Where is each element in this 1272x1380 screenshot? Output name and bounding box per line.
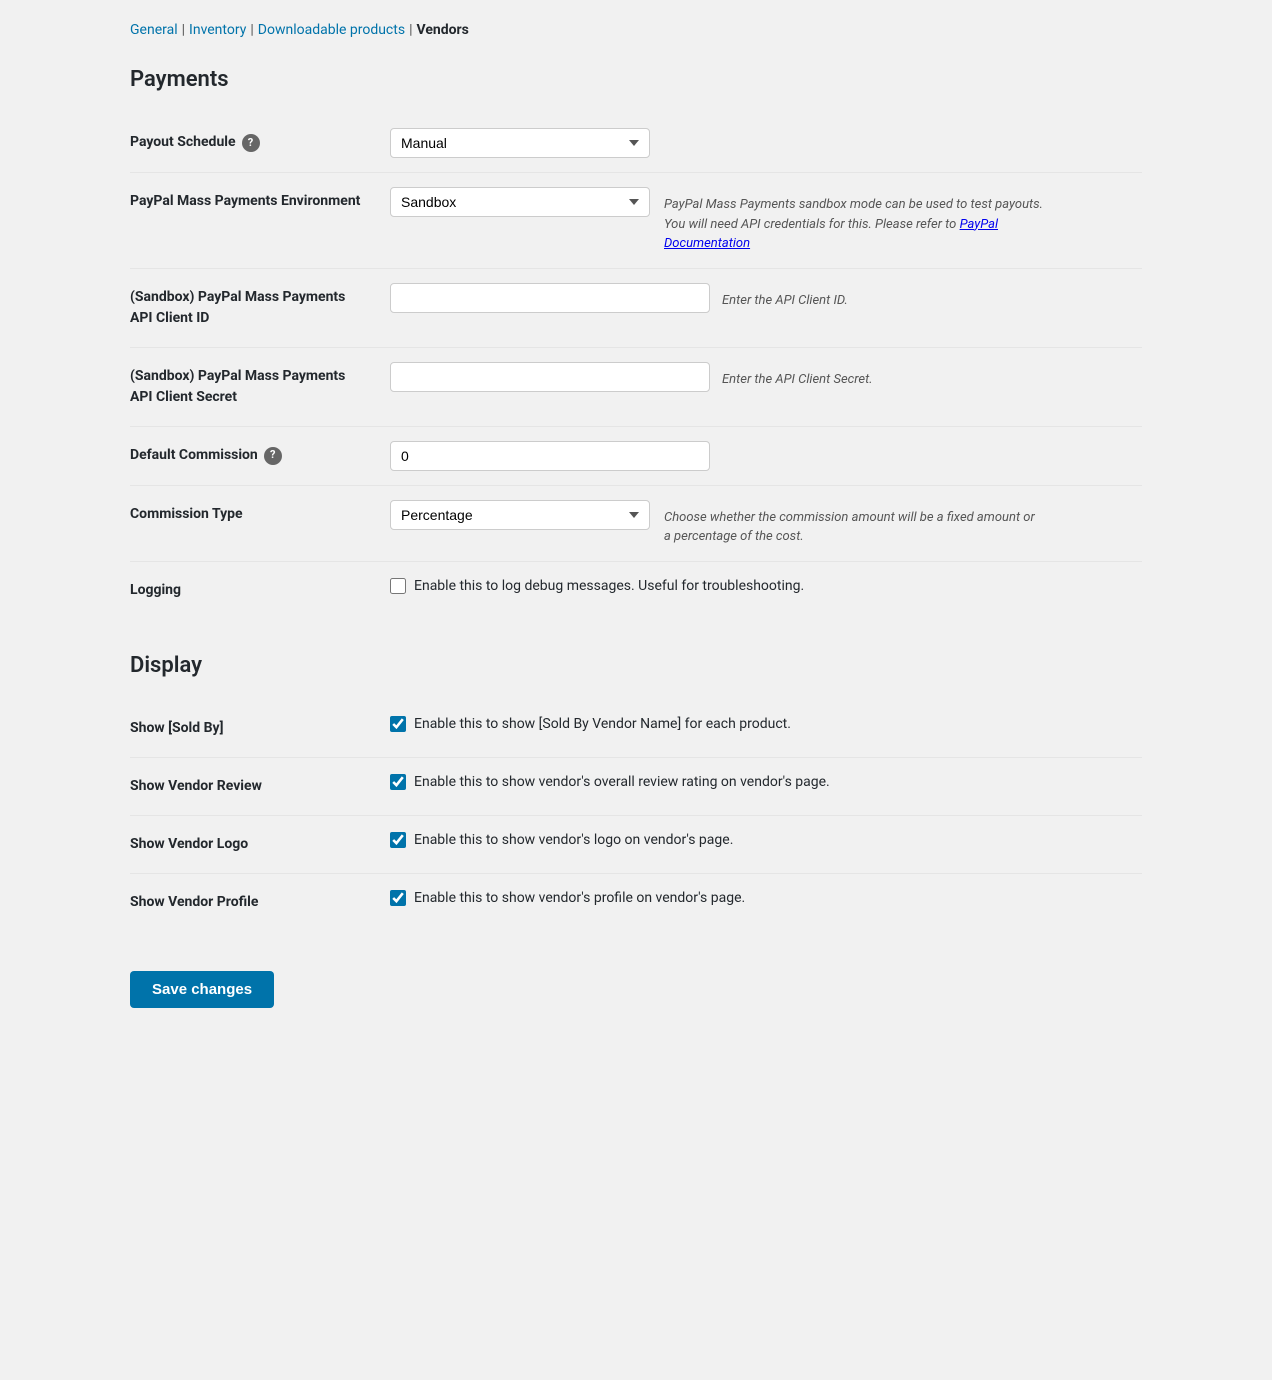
show-vendor-profile-checkbox-label: Enable this to show vendor's profile on … bbox=[414, 888, 745, 909]
show-sold-by-label: Show [Sold By] bbox=[130, 700, 390, 758]
show-vendor-review-label: Show Vendor Review bbox=[130, 757, 390, 815]
default-commission-label: Default Commission ? bbox=[130, 426, 390, 485]
paypal-env-select[interactable]: Sandbox Live bbox=[390, 187, 650, 217]
sandbox-client-id-desc: Enter the API Client ID. bbox=[722, 283, 848, 311]
breadcrumb-downloadable[interactable]: Downloadable products bbox=[258, 20, 405, 41]
sandbox-client-id-row: (Sandbox) PayPal Mass Payments API Clien… bbox=[130, 268, 1142, 347]
show-vendor-logo-checkbox[interactable] bbox=[390, 832, 406, 848]
breadcrumb-sep-2: | bbox=[250, 20, 253, 41]
show-vendor-logo-label: Show Vendor Logo bbox=[130, 815, 390, 873]
breadcrumb-sep-3: | bbox=[409, 20, 412, 41]
payout-schedule-select[interactable]: Manual Weekly Monthly bbox=[390, 128, 650, 158]
commission-type-inline-desc: Choose whether the commission amount wil… bbox=[664, 500, 1044, 547]
sandbox-client-secret-label: (Sandbox) PayPal Mass Payments API Clien… bbox=[130, 347, 390, 426]
logging-field: Enable this to log debug messages. Usefu… bbox=[390, 561, 1142, 619]
logging-row: Logging Enable this to log debug message… bbox=[130, 561, 1142, 619]
display-form-table: Show [Sold By] Enable this to show [Sold… bbox=[130, 700, 1142, 931]
sandbox-client-id-label: (Sandbox) PayPal Mass Payments API Clien… bbox=[130, 268, 390, 347]
sandbox-client-secret-input[interactable] bbox=[390, 362, 710, 392]
display-heading: Display bbox=[130, 649, 1142, 682]
sandbox-client-id-field: Enter the API Client ID. bbox=[390, 268, 1142, 347]
show-sold-by-field: Enable this to show [Sold By Vendor Name… bbox=[390, 700, 1142, 758]
breadcrumb-vendors: Vendors bbox=[417, 20, 469, 41]
commission-type-label: Commission Type bbox=[130, 485, 390, 561]
show-vendor-review-field: Enable this to show vendor's overall rev… bbox=[390, 757, 1142, 815]
show-vendor-review-checkbox[interactable] bbox=[390, 774, 406, 790]
page-container: General | Inventory | Downloadable produ… bbox=[106, 0, 1166, 1048]
payout-schedule-help-icon[interactable]: ? bbox=[242, 134, 260, 152]
logging-label: Logging bbox=[130, 561, 390, 619]
show-vendor-logo-field: Enable this to show vendor's logo on ven… bbox=[390, 815, 1142, 873]
sandbox-client-id-input[interactable] bbox=[390, 283, 710, 313]
commission-type-select[interactable]: Percentage Fixed bbox=[390, 500, 650, 530]
paypal-env-label: PayPal Mass Payments Environment bbox=[130, 173, 390, 269]
show-vendor-logo-checkbox-label: Enable this to show vendor's logo on ven… bbox=[414, 830, 733, 851]
sandbox-client-secret-field: Enter the API Client Secret. bbox=[390, 347, 1142, 426]
commission-type-field: Percentage Fixed Choose whether the comm… bbox=[390, 485, 1142, 561]
show-vendor-profile-label: Show Vendor Profile bbox=[130, 873, 390, 931]
save-button[interactable]: Save changes bbox=[130, 971, 274, 1008]
breadcrumb: General | Inventory | Downloadable produ… bbox=[130, 20, 1142, 41]
default-commission-input[interactable] bbox=[390, 441, 710, 471]
payout-schedule-field: Manual Weekly Monthly bbox=[390, 114, 1142, 173]
default-commission-row: Default Commission ? bbox=[130, 426, 1142, 485]
logging-checkbox-label: Enable this to log debug messages. Usefu… bbox=[414, 576, 804, 597]
payout-schedule-row: Payout Schedule ? Manual Weekly Monthly bbox=[130, 114, 1142, 173]
payments-form-table: Payout Schedule ? Manual Weekly Monthly … bbox=[130, 114, 1142, 619]
show-vendor-logo-row: Show Vendor Logo Enable this to show ven… bbox=[130, 815, 1142, 873]
logging-checkbox[interactable] bbox=[390, 578, 406, 594]
paypal-env-field: Sandbox Live PayPal Mass Payments sandbo… bbox=[390, 173, 1142, 269]
default-commission-help-icon[interactable]: ? bbox=[264, 447, 282, 465]
breadcrumb-sep-1: | bbox=[182, 20, 185, 41]
sandbox-client-secret-row: (Sandbox) PayPal Mass Payments API Clien… bbox=[130, 347, 1142, 426]
show-vendor-profile-checkbox[interactable] bbox=[390, 890, 406, 906]
commission-type-row: Commission Type Percentage Fixed Choose … bbox=[130, 485, 1142, 561]
default-commission-field bbox=[390, 426, 1142, 485]
show-sold-by-row: Show [Sold By] Enable this to show [Sold… bbox=[130, 700, 1142, 758]
show-sold-by-checkbox-label: Enable this to show [Sold By Vendor Name… bbox=[414, 714, 791, 735]
breadcrumb-inventory[interactable]: Inventory bbox=[189, 20, 246, 41]
show-vendor-review-row: Show Vendor Review Enable this to show v… bbox=[130, 757, 1142, 815]
show-vendor-profile-row: Show Vendor Profile Enable this to show … bbox=[130, 873, 1142, 931]
show-sold-by-checkbox[interactable] bbox=[390, 716, 406, 732]
paypal-env-inline-desc: PayPal Mass Payments sandbox mode can be… bbox=[664, 187, 1044, 254]
sandbox-client-secret-desc: Enter the API Client Secret. bbox=[722, 362, 873, 390]
paypal-env-row: PayPal Mass Payments Environment Sandbox… bbox=[130, 173, 1142, 269]
show-vendor-review-checkbox-label: Enable this to show vendor's overall rev… bbox=[414, 772, 830, 793]
payout-schedule-label: Payout Schedule ? bbox=[130, 114, 390, 173]
payments-heading: Payments bbox=[130, 63, 1142, 96]
show-vendor-profile-field: Enable this to show vendor's profile on … bbox=[390, 873, 1142, 931]
breadcrumb-general[interactable]: General bbox=[130, 20, 178, 41]
